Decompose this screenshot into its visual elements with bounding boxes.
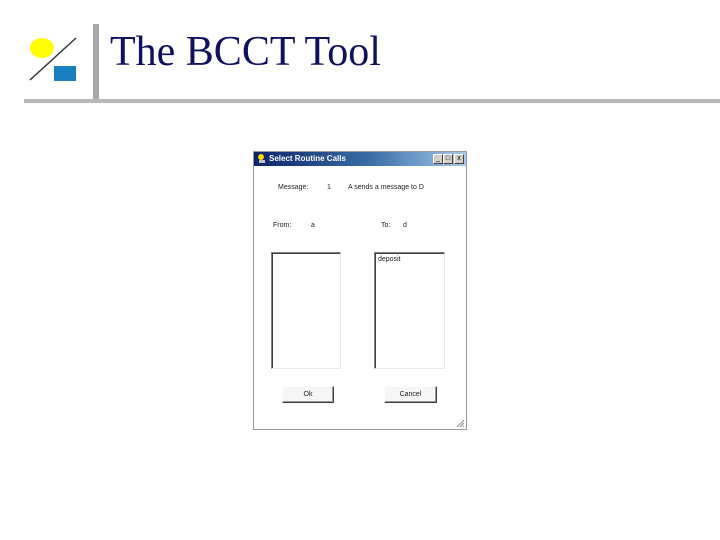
ok-button[interactable]: Ok (282, 386, 334, 403)
header-horizontal-divider (24, 99, 720, 103)
close-button[interactable]: x (454, 154, 464, 164)
to-value: d (403, 222, 407, 229)
header-vertical-divider (93, 24, 99, 100)
slide-logo-icon (29, 37, 77, 81)
cancel-button[interactable]: Cancel (384, 386, 437, 403)
resize-grip-icon[interactable] (455, 418, 465, 428)
from-value: a (311, 222, 315, 229)
dialog-title: Select Routine Calls (269, 154, 346, 163)
from-label: From: (273, 222, 292, 229)
dialog-titlebar[interactable]: Select Routine Calls _ □ x (254, 152, 466, 166)
to-routine-list[interactable]: deposit (374, 252, 445, 369)
list-item[interactable]: deposit (378, 255, 401, 264)
from-routine-list[interactable] (271, 252, 341, 369)
select-routine-calls-dialog: Select Routine Calls _ □ x Message: 1 A … (253, 151, 467, 430)
minimize-button[interactable]: _ (433, 154, 443, 164)
maximize-button[interactable]: □ (443, 154, 453, 164)
to-label: To: (381, 222, 391, 229)
message-text: A sends a message to D (348, 184, 424, 191)
slide-title: The BCCT Tool (110, 29, 381, 75)
message-number: 1 (327, 184, 331, 191)
java-cup-icon (258, 154, 265, 163)
message-label: Message: (278, 184, 309, 191)
